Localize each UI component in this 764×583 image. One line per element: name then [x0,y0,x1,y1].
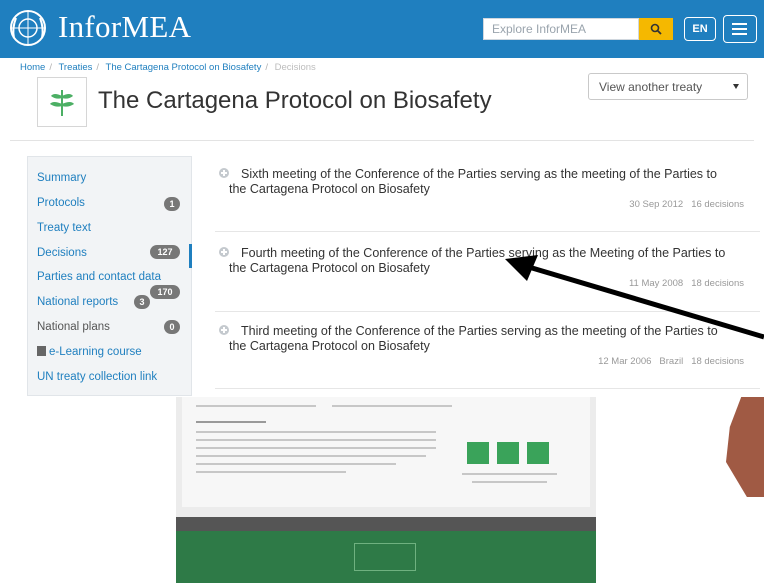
inset-screenshot [176,397,596,583]
inset-page [182,397,590,507]
inset-footer-logo [354,543,416,571]
inset-footer-bar [176,517,596,531]
